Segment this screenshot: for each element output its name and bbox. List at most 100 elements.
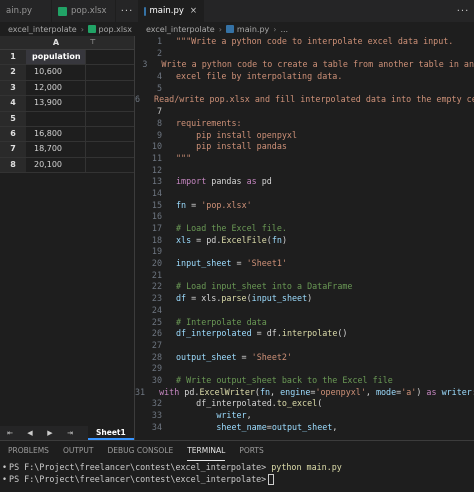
python-file-icon: [225, 25, 234, 33]
code-line[interactable]: 18 xls = pd.ExcelFile(fn): [135, 235, 474, 247]
code-line[interactable]: 7: [135, 106, 474, 118]
code-line[interactable]: 23 df = xls.parse(input_sheet): [135, 293, 474, 305]
breadcrumb-file[interactable]: main.py: [237, 25, 269, 34]
code-text: writer,: [216, 410, 252, 420]
row-number[interactable]: 6: [0, 126, 26, 142]
code-line[interactable]: 29: [135, 363, 474, 375]
code-line[interactable]: 8 requirements:: [135, 118, 474, 130]
breadcrumb-file[interactable]: pop.xlsx: [99, 25, 132, 34]
code-line[interactable]: 3 Write a python code to create a table f…: [135, 59, 474, 71]
code-text: input_sheet = 'Sheet1': [176, 258, 287, 269]
tab-main-py-left[interactable]: ain.py: [0, 0, 52, 22]
line-number: 3: [142, 59, 148, 70]
filter-icon[interactable]: ⊤: [90, 36, 96, 49]
code-text: Write a python code to create a table fr…: [161, 59, 474, 70]
code-line[interactable]: 25 # Interpolate data: [135, 317, 474, 329]
panel-tab-bar: PROBLEMS OUTPUT DEBUG CONSOLE TERMINAL PORTS: [0, 441, 474, 461]
line-number: 26: [151, 328, 162, 339]
editor-tab-bar: ain.py pop.xlsx ··· main.py × ···: [0, 0, 474, 22]
more-actions-icon[interactable]: ···: [452, 0, 474, 22]
cell[interactable]: 18,700: [26, 142, 86, 157]
close-icon[interactable]: ×: [190, 6, 197, 16]
tab-pop-xlsx[interactable]: pop.xlsx: [52, 0, 116, 22]
code-line[interactable]: 14: [135, 188, 474, 200]
sheet-tab-sheet1[interactable]: Sheet1: [88, 426, 134, 440]
code-line[interactable]: 15 fn = 'pop.xlsx': [135, 200, 474, 212]
code-line[interactable]: 34 sheet_name=output_sheet,: [135, 422, 474, 434]
code-line[interactable]: 17 # Load the Excel file.: [135, 223, 474, 235]
row-number[interactable]: 4: [0, 96, 26, 111]
code-line[interactable]: 4 excel file by interpolating data.: [135, 71, 474, 83]
breadcrumb-folder[interactable]: excel_interpolate: [146, 25, 215, 34]
row-number[interactable]: 3: [0, 80, 26, 96]
tab-debug-console[interactable]: DEBUG CONSOLE: [108, 441, 174, 461]
line-number: 20: [151, 258, 162, 269]
terminal-line: • PS F:\Project\freelancer\contest\excel_…: [0, 461, 474, 473]
code-line[interactable]: 26 df_interpolated = df.interpolate(): [135, 328, 474, 340]
code-line[interactable]: 5: [135, 83, 474, 95]
code-line[interactable]: 16: [135, 211, 474, 223]
code-line[interactable]: 30 # Write output_sheet back to the Excel…: [135, 375, 474, 387]
code-line[interactable]: 13 import pandas as pd: [135, 176, 474, 188]
column-header-a[interactable]: A ⊤: [26, 36, 96, 49]
tab-label: main.py: [149, 6, 184, 16]
line-number: 12: [151, 164, 162, 175]
code-line[interactable]: 22 # Load input_sheet into a DataFrame: [135, 281, 474, 293]
tab-problems[interactable]: PROBLEMS: [8, 441, 49, 461]
code-line[interactable]: 2: [135, 48, 474, 60]
cell[interactable]: [26, 111, 86, 126]
cell[interactable]: 10,600: [26, 65, 86, 80]
last-sheet-icon[interactable]: ⇥: [60, 429, 80, 437]
prev-sheet-icon[interactable]: ◀: [20, 429, 40, 437]
row-number[interactable]: 1: [0, 50, 26, 65]
breadcrumb-symbol[interactable]: ...: [280, 25, 288, 34]
line-number: 7: [156, 106, 162, 117]
code-line[interactable]: 6 Read/write pop.xlsx and fill interpolat…: [135, 94, 474, 106]
code-line[interactable]: 35 index=False: [135, 433, 474, 434]
code-line[interactable]: 20 input_sheet = 'Sheet1': [135, 258, 474, 270]
cell[interactable]: 16,800: [26, 126, 86, 142]
code-line[interactable]: 1 """Write a python code to interpolate e…: [135, 36, 474, 48]
cell[interactable]: 12,000: [26, 80, 86, 96]
line-number: 2: [156, 47, 162, 58]
next-sheet-icon[interactable]: ▶: [40, 429, 60, 437]
code-text: df = xls.parse(input_sheet): [176, 293, 313, 304]
row-number[interactable]: 5: [0, 111, 26, 126]
line-number: 25: [151, 316, 162, 327]
table-row: 5: [0, 111, 134, 127]
tab-terminal[interactable]: TERMINAL: [187, 441, 226, 461]
row-number[interactable]: 8: [0, 157, 26, 173]
code-text: xls = pd.ExcelFile(fn): [176, 234, 287, 245]
more-actions-icon[interactable]: ···: [116, 0, 138, 22]
code-line[interactable]: 24: [135, 305, 474, 317]
code-line[interactable]: 21: [135, 270, 474, 282]
row-number[interactable]: 2: [0, 65, 26, 80]
code-line[interactable]: 32 df_interpolated.to_excel(: [135, 398, 474, 410]
cell[interactable]: 13,900: [26, 96, 86, 111]
code-line[interactable]: 33 writer,: [135, 410, 474, 422]
tab-label: ain.py: [6, 6, 33, 16]
line-number: 1: [156, 36, 162, 46]
tab-output[interactable]: OUTPUT: [63, 441, 94, 461]
code-line[interactable]: 12: [135, 165, 474, 177]
code-text: fn = 'pop.xlsx': [176, 199, 252, 210]
first-sheet-icon[interactable]: ⇤: [0, 429, 20, 437]
row-number[interactable]: 7: [0, 142, 26, 157]
code-line[interactable]: 31 with pd.ExcelWriter(fn, engine='openpy…: [135, 387, 474, 399]
code-line[interactable]: 9 pip install openpyxl: [135, 130, 474, 142]
breadcrumb-folder[interactable]: excel_interpolate: [8, 25, 77, 34]
code-line[interactable]: 11 """: [135, 153, 474, 165]
code-line[interactable]: 19: [135, 246, 474, 258]
cell[interactable]: 20,100: [26, 157, 86, 173]
terminal[interactable]: • PS F:\Project\freelancer\contest\excel_…: [0, 461, 474, 485]
table-row: 7 18,700: [0, 142, 134, 158]
code-editor[interactable]: 1 """Write a python code to interpolate e…: [135, 36, 474, 434]
code-text: """: [176, 152, 192, 163]
code-line[interactable]: 27: [135, 340, 474, 352]
code-line[interactable]: 28 output_sheet = 'Sheet2': [135, 352, 474, 364]
tab-ports[interactable]: PORTS: [239, 441, 263, 461]
code-line[interactable]: 10 pip install pandas: [135, 141, 474, 153]
cell[interactable]: population: [26, 50, 86, 65]
select-all-corner[interactable]: [0, 36, 26, 49]
tab-main-py[interactable]: main.py ×: [138, 0, 204, 22]
